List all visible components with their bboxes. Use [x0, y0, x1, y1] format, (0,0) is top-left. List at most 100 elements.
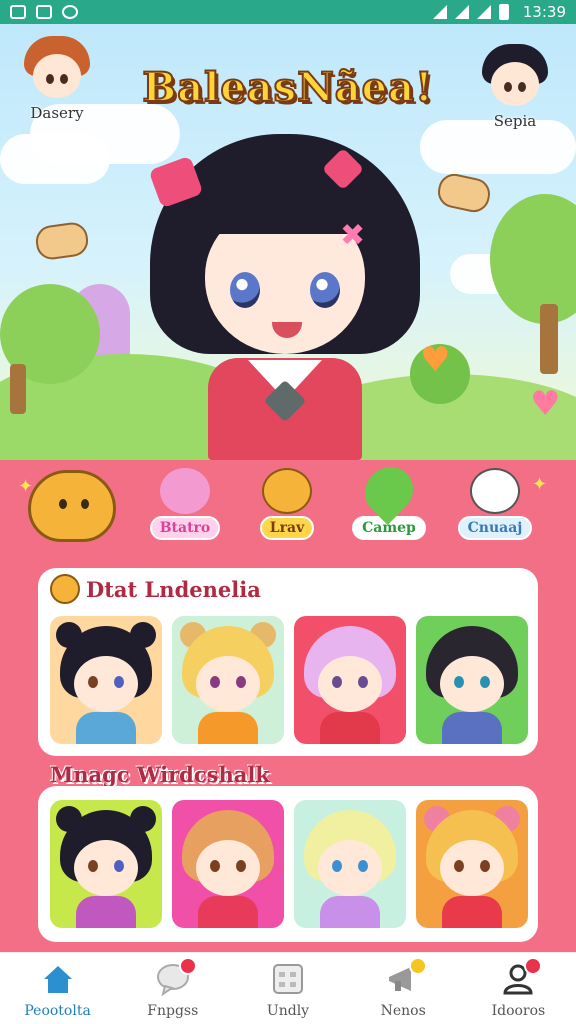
character-card[interactable] — [172, 616, 284, 744]
heart-icon: ♥ — [530, 384, 561, 424]
card-face — [440, 840, 504, 896]
heart-icon — [355, 457, 423, 525]
status-time: 13:39 — [522, 3, 566, 21]
card-eye — [88, 860, 98, 872]
hero-banner: ♥ ♥ Dasery Sepia BaleasNãea! ✖ — [0, 24, 576, 460]
card-face — [196, 656, 260, 712]
category-row: Btatro Lrav Camep Cnuaaj — [0, 457, 576, 554]
card-eye — [114, 676, 124, 688]
status-bar: 13:39 — [0, 0, 576, 24]
floating-bear-icon — [435, 170, 493, 216]
card-eye — [236, 676, 246, 688]
card-body — [76, 712, 136, 744]
bottom-navigation: Peootolta Fnpgss Undly Nenos Idooros — [0, 952, 576, 1024]
card-body — [320, 896, 380, 928]
card-body — [442, 896, 502, 928]
chat-icon — [155, 957, 197, 997]
category-label: Cnuaaj — [457, 516, 533, 540]
character-eye — [230, 272, 260, 308]
avatar-face — [491, 62, 539, 106]
card-eye — [358, 860, 368, 872]
character-eye — [310, 272, 340, 308]
notification-badge — [178, 957, 197, 975]
section-title: Mnagc Wirdcshalk — [50, 762, 270, 787]
card-eye — [210, 676, 220, 688]
avatar[interactable] — [20, 34, 94, 108]
character-section-2 — [38, 786, 538, 942]
card-eye — [480, 860, 490, 872]
character-card[interactable] — [294, 616, 406, 744]
battery-icon — [498, 4, 509, 20]
nav-item-news[interactable]: Nenos — [346, 953, 461, 1024]
card-face — [74, 656, 138, 712]
card-eye — [114, 860, 124, 872]
tree — [490, 194, 576, 324]
avatar-eye — [46, 74, 54, 84]
card-face — [74, 840, 138, 896]
character-card[interactable] — [172, 800, 284, 928]
section-bear-icon — [50, 574, 80, 604]
avatar-eye — [518, 82, 526, 92]
card-eye — [332, 860, 342, 872]
nav-item-profile[interactable]: Idooros — [461, 953, 576, 1024]
nav-label: Peootolta — [24, 1003, 91, 1019]
status-system: 13:39 — [432, 3, 566, 21]
character-card[interactable] — [416, 800, 528, 928]
home-icon — [40, 961, 76, 997]
polar-bear-icon — [470, 468, 520, 514]
pig-icon — [160, 468, 210, 514]
card-body — [198, 896, 258, 928]
nav-label: Undly — [266, 1003, 310, 1019]
character-card[interactable] — [50, 616, 162, 744]
card-body — [320, 712, 380, 744]
tree-trunk — [10, 364, 26, 414]
card-eye — [454, 676, 464, 688]
profile-icon — [500, 957, 543, 997]
nav-label: Fnpgss — [147, 1003, 199, 1019]
card-face — [196, 840, 260, 896]
character-card[interactable] — [294, 800, 406, 928]
card-eye — [236, 860, 246, 872]
app-title: BaleasNãea! — [141, 63, 434, 112]
wifi-icon — [432, 5, 447, 19]
category-label: Btatro — [149, 516, 221, 540]
character-card[interactable] — [416, 616, 528, 744]
tree-trunk — [540, 304, 558, 374]
category-label: Lrav — [259, 516, 315, 540]
card-body — [76, 896, 136, 928]
card-eye — [480, 676, 490, 688]
category-camep[interactable]: Camep — [334, 457, 444, 554]
section-title: Dtat Lndenelia — [86, 577, 261, 602]
avatar-face — [33, 54, 81, 98]
card-eye — [332, 676, 342, 688]
category-cnuaaj[interactable]: Cnuaaj — [440, 464, 550, 554]
notification-badge — [524, 957, 543, 975]
category-lrav[interactable]: Lrav — [232, 464, 342, 554]
image-icon — [10, 5, 26, 19]
card-body — [442, 712, 502, 744]
category-btatro[interactable]: Btatro — [130, 464, 240, 554]
avatar-eye — [504, 82, 512, 92]
heart-icon: ♥ — [420, 340, 451, 380]
nav-item-chat[interactable]: Fnpgss — [115, 953, 230, 1024]
avatar-eye — [60, 74, 68, 84]
nav-label: Idooros — [491, 1003, 546, 1019]
nav-item-calendar[interactable]: Undly — [230, 953, 345, 1024]
nav-item-home[interactable]: Peootolta — [0, 953, 115, 1024]
signal-icon — [454, 5, 469, 19]
card-face — [318, 656, 382, 712]
star-hairclip-icon: ✖ — [340, 218, 366, 253]
card-eye — [88, 676, 98, 688]
card-body — [198, 712, 258, 744]
character-card[interactable] — [50, 800, 162, 928]
status-notifications — [10, 5, 78, 19]
avatar[interactable] — [478, 42, 552, 116]
profile-right[interactable]: Sepia — [470, 42, 560, 130]
card-eye — [210, 860, 220, 872]
profile-left[interactable]: Dasery — [12, 34, 102, 122]
nav-label: Nenos — [380, 1003, 426, 1019]
card-face — [318, 840, 382, 896]
signal-icon-2 — [476, 5, 491, 19]
calendar-icon — [270, 961, 306, 997]
notification-badge — [409, 957, 428, 975]
